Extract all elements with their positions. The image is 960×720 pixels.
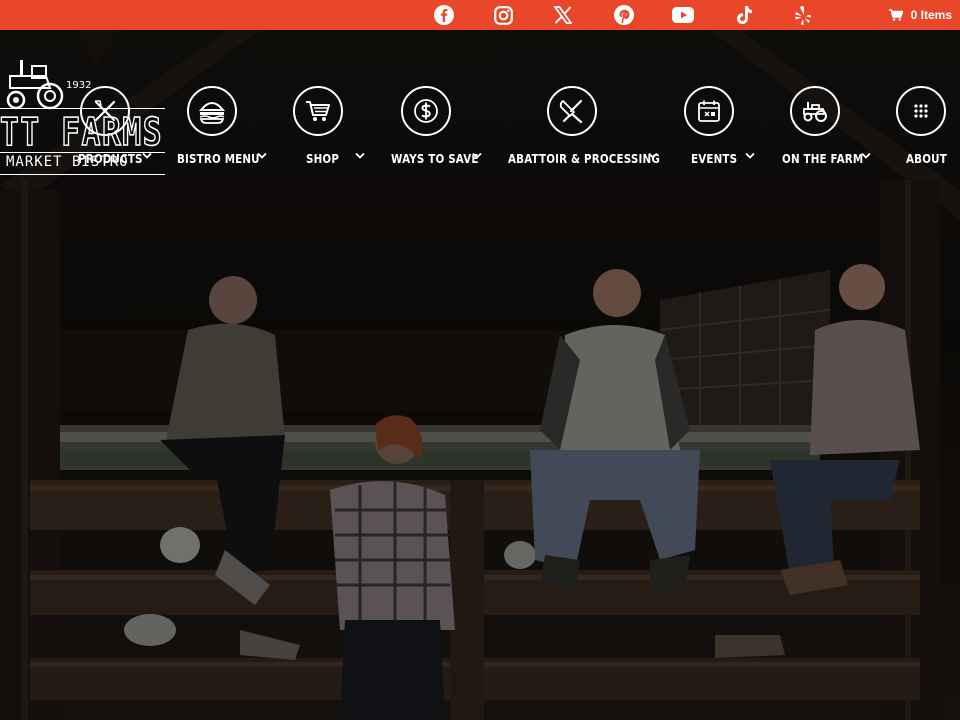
yelp-icon (795, 5, 811, 25)
calendar-icon (698, 100, 720, 122)
facebook-icon (434, 5, 454, 25)
nav-icon-circle (684, 86, 734, 136)
chevron-down-icon (355, 152, 365, 159)
nav-label: ABOUT (906, 152, 947, 166)
dollar-icon (414, 99, 438, 123)
chevron-down-icon (648, 152, 658, 159)
facebook-link[interactable] (430, 0, 490, 30)
nav-label: ABATTOIR & PROCESSING (508, 152, 660, 166)
x-twitter-icon (554, 6, 572, 24)
chevron-down-icon (861, 152, 871, 159)
cleaver-icon (559, 99, 583, 124)
chevron-down-icon (745, 152, 755, 159)
nav-icon-circle (896, 86, 946, 136)
shopping-cart-icon (306, 101, 330, 121)
tractor-icon (803, 102, 827, 122)
nav-icon-circle (187, 86, 237, 136)
cart-link[interactable]: 0 Items (888, 0, 952, 30)
main-nav: PRODUCTS BISTRO MENU SHOP WAYS TO SAVE A… (0, 30, 960, 180)
nav-icon-circle (80, 86, 130, 136)
nav-label: ON THE FARM (782, 152, 864, 166)
cart-count: 0 Items (910, 8, 952, 22)
top-bar: 0 Items (0, 0, 960, 30)
instagram-icon (494, 5, 513, 25)
instagram-link[interactable] (490, 0, 550, 30)
cart-icon (888, 9, 903, 21)
nav-icon-circle (293, 86, 343, 136)
nav-label: WAYS TO SAVE (391, 152, 479, 166)
social-links (430, 0, 850, 30)
chevron-down-icon (257, 152, 267, 159)
burger-icon (198, 102, 226, 124)
x-twitter-link[interactable] (550, 0, 610, 30)
nav-label: PRODUCTS (78, 152, 143, 166)
crossed-utensils-icon (94, 100, 116, 122)
nav-icon-circle (401, 86, 451, 136)
chevron-down-icon (142, 152, 152, 159)
chevron-down-icon (472, 152, 482, 159)
pinterest-link[interactable] (610, 0, 670, 30)
youtube-icon (672, 7, 694, 23)
youtube-link[interactable] (670, 0, 730, 30)
nav-label: BISTRO MENU (177, 152, 260, 166)
pinterest-icon (614, 5, 634, 25)
yelp-link[interactable] (790, 0, 850, 30)
nav-icon-circle (547, 86, 597, 136)
nav-icon-circle (790, 86, 840, 136)
tiktok-link[interactable] (730, 0, 790, 30)
nav-label: EVENTS (691, 152, 738, 166)
nav-label: SHOP (306, 152, 340, 166)
tiktok-icon (737, 6, 752, 24)
grid-icon (914, 104, 928, 118)
